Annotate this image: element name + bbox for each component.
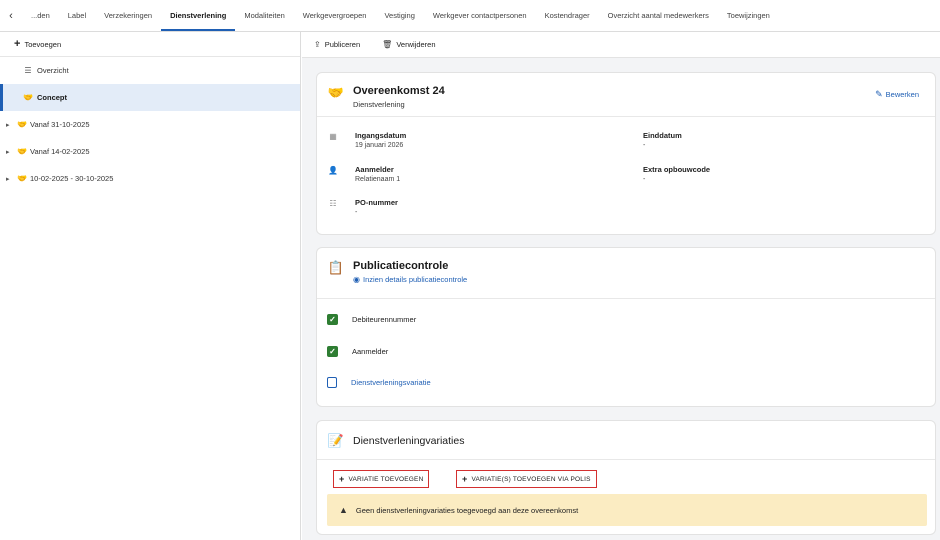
eye-icon: ◉ (353, 275, 360, 284)
chevron-left-icon[interactable]: ‹ (0, 0, 22, 31)
po-number-field: ☷ PO-nummer - (327, 198, 398, 216)
edit-icon: ✎ (875, 89, 883, 99)
chevron-right-icon[interactable]: ▸ (6, 175, 16, 183)
chevron-right-icon[interactable]: ▸ (6, 121, 16, 129)
tab-werkgevergroepen[interactable]: Werkgevergroepen (294, 0, 376, 31)
applicant-field: 👤 Aanmelder Relatienaam 1 (328, 165, 401, 183)
check-service-variation[interactable]: Dienstverleningsvariatie (327, 377, 431, 388)
sidebar-tree-item[interactable]: ▸ 🤝 10-02-2025 - 30-10-2025 (0, 165, 300, 192)
list-number-icon: ☷ (329, 199, 337, 208)
person-icon: 👤 (328, 166, 338, 175)
divider (317, 459, 935, 460)
divider (317, 298, 935, 299)
variations-title: Dienstverleningvariaties (353, 435, 465, 447)
list-icon: ☰ (24, 66, 32, 75)
publish-button[interactable]: ⇪ Publiceren (314, 40, 360, 49)
edit-document-icon: 📝 (327, 433, 345, 448)
plus-icon: + (339, 474, 345, 484)
no-variations-warning: ▲ Geen dienstverleningvariaties toegevoe… (327, 494, 927, 526)
tab-verzekeringen[interactable]: Verzekeringen (95, 0, 161, 31)
tab-toewijzingen[interactable]: Toewijzingen (718, 0, 779, 31)
tab-vestiging[interactable]: Vestiging (375, 0, 423, 31)
variations-card: 📝 Dienstverleningvariaties + VARIATIE TO… (316, 420, 936, 535)
trash-icon: 🗑 (382, 40, 393, 49)
agreement-subtitle: Dienstverlening (353, 100, 405, 109)
sidebar-tree-item[interactable]: ▸ 🤝 Vanaf 14-02-2025 (0, 138, 300, 165)
add-variation-button[interactable]: + VARIATIE TOEVOEGEN (333, 470, 430, 488)
check-debtor-number: ✓ Debiteurennummer (327, 314, 416, 325)
handshake-icon: 🤝 (17, 120, 27, 129)
delete-button[interactable]: 🗑 Verwijderen (382, 40, 435, 49)
sidebar: + Toevoegen ☰ Overzicht 🤝 Concept ▸ 🤝 Va… (0, 32, 301, 540)
tab-dienstverlening[interactable]: Dienstverlening (161, 0, 236, 31)
tab-partial[interactable]: ...den (22, 0, 59, 31)
sidebar-item-concept[interactable]: 🤝 Concept (0, 84, 300, 111)
agreement-card: 🤝 Overeenkomst 24 Dienstverlening ✎ Bewe… (316, 72, 936, 235)
tab-modaliteiten[interactable]: Modaliteiten (235, 0, 293, 31)
publish-icon: ⇪ (314, 40, 321, 49)
agreement-title: Overeenkomst 24 (353, 85, 445, 97)
handshake-icon: 🤝 (17, 174, 27, 183)
handshake-icon: 🤝 (17, 147, 27, 156)
handshake-icon: 🤝 (23, 93, 33, 102)
toolbar: ⇪ Publiceren 🗑 Verwijderen (302, 32, 940, 58)
start-date-field: ▦ Ingangsdatum 19 januari 2026 (327, 131, 406, 149)
tab-label[interactable]: Label (59, 0, 95, 31)
publication-card: 📋 Publicatiecontrole ◉ Inzien details pu… (316, 247, 936, 407)
edit-button[interactable]: ✎ Bewerken (875, 89, 919, 100)
warning-icon: ▲ (339, 505, 348, 515)
plus-icon: + (14, 38, 21, 50)
plus-icon: + (462, 474, 468, 484)
sidebar-tree-item[interactable]: ▸ 🤝 Vanaf 31-10-2025 (0, 111, 300, 138)
publication-details-link[interactable]: ◉ Inzien details publicatiecontrole (353, 275, 467, 284)
extra-code-field: Extra opbouwcode - (643, 165, 711, 183)
tab-werkgever-contactpersonen[interactable]: Werkgever contactpersonen (424, 0, 536, 31)
calendar-icon: ▦ (329, 132, 337, 141)
main-panel: ⇪ Publiceren 🗑 Verwijderen 🤝 Overeenkoms… (302, 32, 940, 540)
end-date-field: Einddatum - (643, 131, 682, 149)
publication-title: Publicatiecontrole (353, 260, 449, 272)
add-variation-via-policy-button[interactable]: + VARIATIE(S) TOEVOEGEN VIA POLIS (456, 470, 597, 488)
checkbox-checked-icon: ✓ (327, 346, 338, 357)
divider (317, 116, 935, 117)
handshake-icon: 🤝 (327, 85, 345, 100)
checkbox-checked-icon: ✓ (327, 314, 338, 325)
checkbox-empty-icon (327, 377, 337, 388)
check-applicant: ✓ Aanmelder (327, 346, 388, 357)
clipboard-icon: 📋 (327, 260, 345, 275)
top-tab-bar: ‹ ...den Label Verzekeringen Dienstverle… (0, 0, 940, 32)
tab-overzicht-aantal-medewerkers[interactable]: Overzicht aantal medewerkers (599, 0, 718, 31)
chevron-right-icon[interactable]: ▸ (6, 148, 16, 156)
sidebar-item-overzicht[interactable]: ☰ Overzicht (0, 57, 300, 84)
add-button[interactable]: + Toevoegen (0, 32, 300, 57)
tab-kostendrager[interactable]: Kostendrager (536, 0, 599, 31)
